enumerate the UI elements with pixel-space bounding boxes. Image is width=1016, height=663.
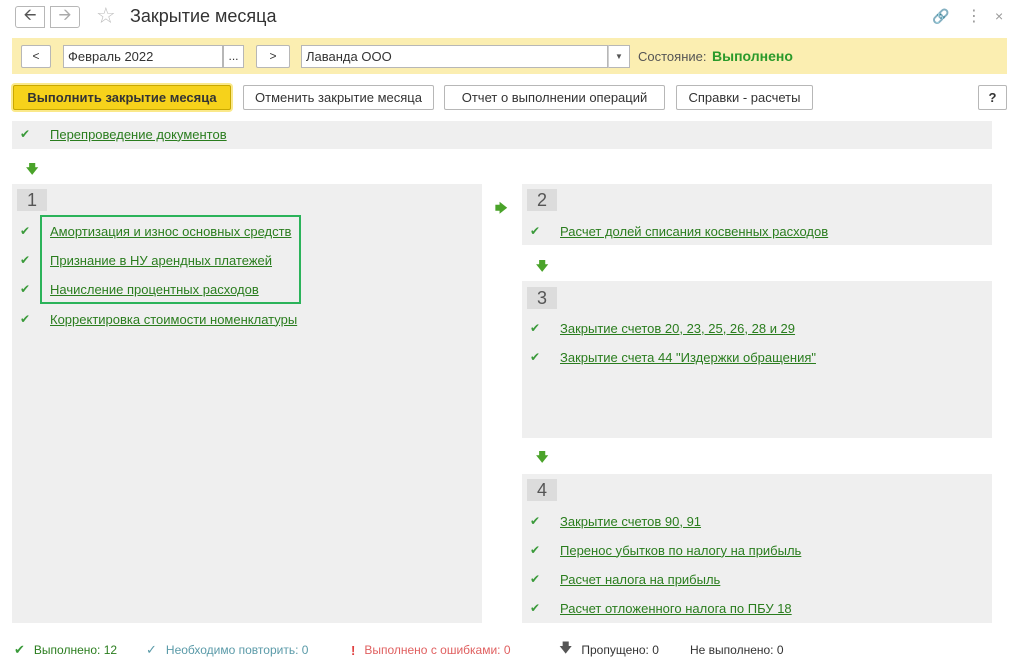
state-value: Выполнено [712,48,793,64]
status-skipped-label: Пропущено: [581,643,649,657]
page-title: Закрытие месяца [130,6,277,26]
check-icon: ✔ [530,543,541,557]
stage-4-item-link[interactable]: Расчет отложенного налога по ПБУ 18 [560,601,792,616]
check-icon: ✔ [20,282,31,296]
stage-2-item-link[interactable]: Расчет долей списания косвенных расходов [560,224,828,239]
highlight-box [40,215,301,304]
arrow-down-icon: 🡇 [536,259,549,273]
status-not-done-label: Не выполнено: [690,643,774,657]
stage-3-item-link[interactable]: Закрытие счета 44 "Издержки обращения" [560,350,816,365]
params-bar: < Февраль 2022 ... > Лаванда ООО ▼ Состо… [12,38,1007,74]
stage-3-number: 3 [527,287,557,309]
check-icon: ✔ [14,642,25,657]
list-item: ✔ Перенос убытков по налогу на прибыль [530,541,801,559]
arrow-down-icon: 🡇 [536,450,549,464]
check-icon: ✓ [146,642,157,657]
list-item: ✔ Расчет долей списания косвенных расход… [530,222,828,240]
title-bar: 🡨 🡪 ☆ Закрытие месяца 🔗 ⋮ × [0,0,1016,34]
link-icon[interactable]: 🔗 [932,8,949,25]
stage-4-item-link[interactable]: Расчет налога на прибыль [560,572,720,587]
period-field[interactable]: Февраль 2022 [63,45,223,68]
arrow-down-icon: 🡇 [26,162,39,176]
check-icon: ✔ [20,127,31,141]
check-icon: ✔ [20,253,31,267]
check-icon: ✔ [530,321,541,335]
list-item: ✔ Перепроведение документов [20,125,227,143]
arrow-down-icon: 🡇 [559,640,573,655]
check-icon: ✔ [530,601,541,615]
list-item: ✔ Закрытие счетов 90, 91 [530,512,701,530]
status-skipped: 🡇 Пропущено: 0 [559,640,659,659]
period-select-button[interactable]: ... [223,45,244,68]
status-errors-label: Выполнено с ошибками: [364,643,501,657]
stage-4-item-link[interactable]: Закрытие счетов 90, 91 [560,514,701,529]
list-item: ✔ Закрытие счета 44 "Издержки обращения" [530,348,816,366]
stage-1-number: 1 [17,189,47,211]
check-icon: ✔ [530,514,541,528]
back-button[interactable]: 🡨 [15,6,45,28]
check-icon: ✔ [530,350,541,364]
status-errors-count: 0 [503,643,511,657]
operations-report-button[interactable]: Отчет о выполнении операций [444,85,665,110]
stage-3-item-link[interactable]: Закрытие счетов 20, 23, 25, 26, 28 и 29 [560,321,795,336]
list-item: ✔ Расчет отложенного налога по ПБУ 18 [530,599,792,617]
arrow-left-icon: 🡨 [23,6,37,24]
list-item: ✔ Расчет налога на прибыль [530,570,720,588]
check-icon: ✔ [530,224,541,238]
check-icon: ✔ [20,224,31,238]
stage-2-number: 2 [527,189,557,211]
cancel-close-month-button[interactable]: Отменить закрытие месяца [243,85,434,110]
list-item: ✔ Закрытие счетов 20, 23, 25, 26, 28 и 2… [530,319,795,337]
check-icon: ✔ [20,312,31,326]
organization-field[interactable]: Лаванда ООО [301,45,608,68]
stage-1-item-link[interactable]: Корректировка стоимости номенклатуры [50,312,297,327]
close-icon[interactable]: × [995,8,1003,24]
stage-4-number: 4 [527,479,557,501]
arrow-right-icon: 🡆 [495,201,508,215]
list-item: ✔ Корректировка стоимости номенклатуры [20,310,297,328]
prev-period-button[interactable]: < [21,45,51,68]
reference-calculations-button[interactable]: Справки - расчеты [676,85,813,110]
exclamation-icon: ! [351,642,356,658]
status-not-done-count: 0 [776,643,784,657]
status-done-label: Выполнено: [33,643,101,657]
status-repeat-count: 0 [301,643,309,657]
forward-button[interactable]: 🡪 [50,6,80,28]
next-period-button[interactable]: > [256,45,290,68]
favorite-star-icon[interactable]: ☆ [96,4,116,28]
run-close-month-button[interactable]: Выполнить закрытие месяца [13,85,231,110]
more-menu-icon[interactable]: ⋮ [966,6,982,26]
status-errors: ! Выполнено с ошибками: 0 [351,641,511,659]
status-done: ✔ Выполнено: 12 [14,641,117,659]
status-done-count: 12 [103,643,118,657]
status-not-done: Не выполнено: 0 [690,641,784,659]
status-skipped-count: 0 [652,643,659,657]
help-button[interactable]: ? [978,85,1007,110]
status-repeat-label: Необходимо повторить: [165,643,299,657]
state-label: Состояние: [638,49,707,64]
check-icon: ✔ [530,572,541,586]
reposting-link[interactable]: Перепроведение документов [50,127,227,142]
status-repeat: ✓ Необходимо повторить: 0 [146,641,308,659]
arrow-right-icon: 🡪 [58,6,72,24]
stage-4-item-link[interactable]: Перенос убытков по налогу на прибыль [560,543,801,558]
organization-dropdown-button[interactable]: ▼ [608,45,630,68]
triangle-down-icon: ▼ [615,52,623,61]
